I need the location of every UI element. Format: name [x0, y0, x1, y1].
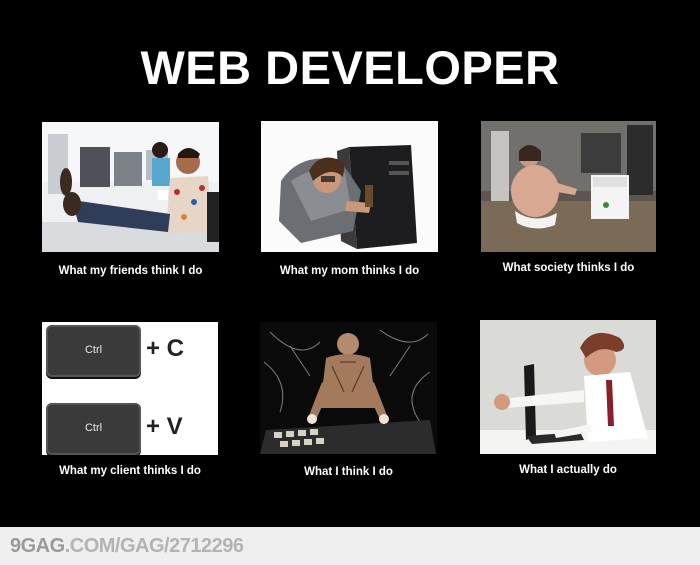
panel-mom-image — [261, 121, 438, 252]
ctrl-c-row: Ctrl + C — [42, 325, 218, 377]
caption-society: What society thinks I do — [502, 262, 635, 274]
meme-title: WEB DEVELOPER — [140, 41, 560, 94]
ctrl-key-icon: Ctrl — [46, 403, 141, 455]
footer-brand: 9GAG — [10, 535, 65, 557]
panel-client-image: Ctrl + C Ctrl + V — [42, 322, 218, 455]
panel-think-image — [260, 322, 437, 454]
panel-society-image — [481, 121, 656, 252]
panel-actually-image — [480, 320, 656, 454]
plus-v-label: + V — [146, 413, 183, 440]
caption-mom: What my mom thinks I do — [279, 265, 420, 277]
ctrl-v-row: Ctrl + V — [42, 403, 218, 455]
footer-watermark[interactable]: 9GAG.COM/GAG/2712296 — [10, 535, 244, 558]
footer-bar: 9GAG.COM/GAG/2712296 — [0, 527, 700, 565]
ctrl-key-label: Ctrl — [84, 422, 103, 434]
ctrl-key-icon: Ctrl — [46, 325, 141, 377]
panel-friends-image — [42, 122, 219, 252]
caption-friends: What my friends think I do — [58, 265, 203, 277]
caption-actually: What I actually do — [519, 464, 617, 476]
caption-client: What my client thinks I do — [59, 465, 201, 477]
ctrl-key-label: Ctrl — [84, 344, 103, 356]
footer-url: .COM/GAG/2712296 — [64, 535, 244, 557]
plus-c-label: + C — [146, 335, 185, 362]
caption-think: What I think I do — [304, 466, 393, 478]
